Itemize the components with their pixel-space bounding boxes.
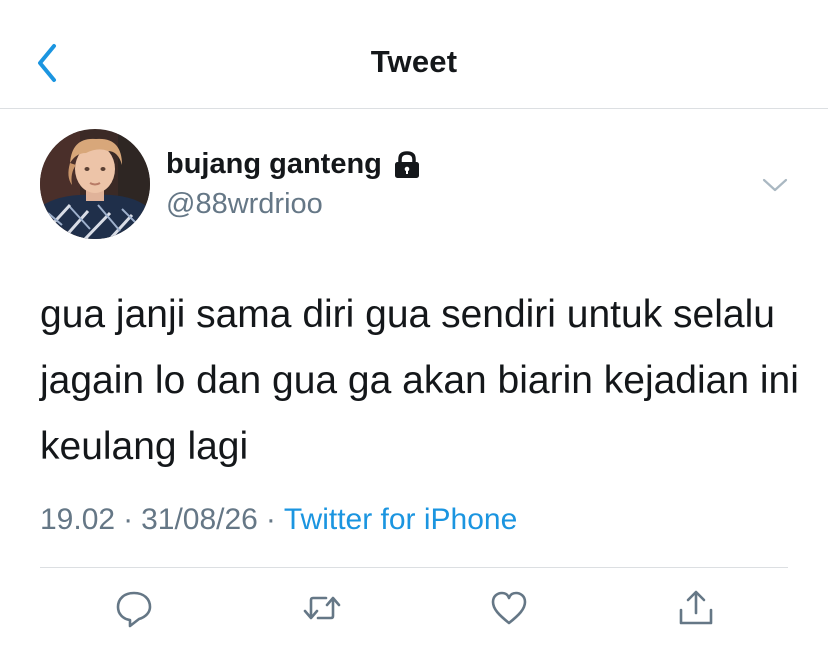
lock-icon <box>392 150 422 180</box>
avatar-image <box>40 129 150 239</box>
avatar[interactable] <box>40 129 150 239</box>
like-button[interactable] <box>489 588 529 628</box>
tweet-meta: 19.02 · 31/08/26 · Twitter for iPhone <box>40 503 517 537</box>
comment-icon <box>116 591 152 628</box>
more-options-button[interactable] <box>760 173 790 197</box>
display-name[interactable]: bujang ganteng <box>166 148 382 181</box>
meta-separator: · <box>123 503 134 536</box>
tweet-date: 31/08/26 <box>141 503 258 536</box>
meta-separator: · <box>265 503 276 536</box>
tweet-time: 19.02 <box>40 503 116 536</box>
tweet-text: gua janji sama diri gua sendiri untuk se… <box>40 293 799 468</box>
user-handle[interactable]: @88wrdrioo <box>166 188 323 221</box>
share-button[interactable] <box>676 588 716 628</box>
retweet-icon <box>303 596 341 620</box>
retweet-button[interactable] <box>302 588 342 628</box>
reply-button[interactable] <box>114 588 154 628</box>
chevron-down-icon <box>762 178 788 192</box>
top-bar: Tweet <box>0 0 828 109</box>
tweet-source-link[interactable]: Twitter for iPhone <box>284 503 517 536</box>
heart-icon <box>491 591 527 625</box>
page-title: Tweet <box>370 44 458 79</box>
author-name-row: bujang ganteng <box>166 148 422 181</box>
share-icon <box>679 590 713 625</box>
divider <box>40 567 788 568</box>
